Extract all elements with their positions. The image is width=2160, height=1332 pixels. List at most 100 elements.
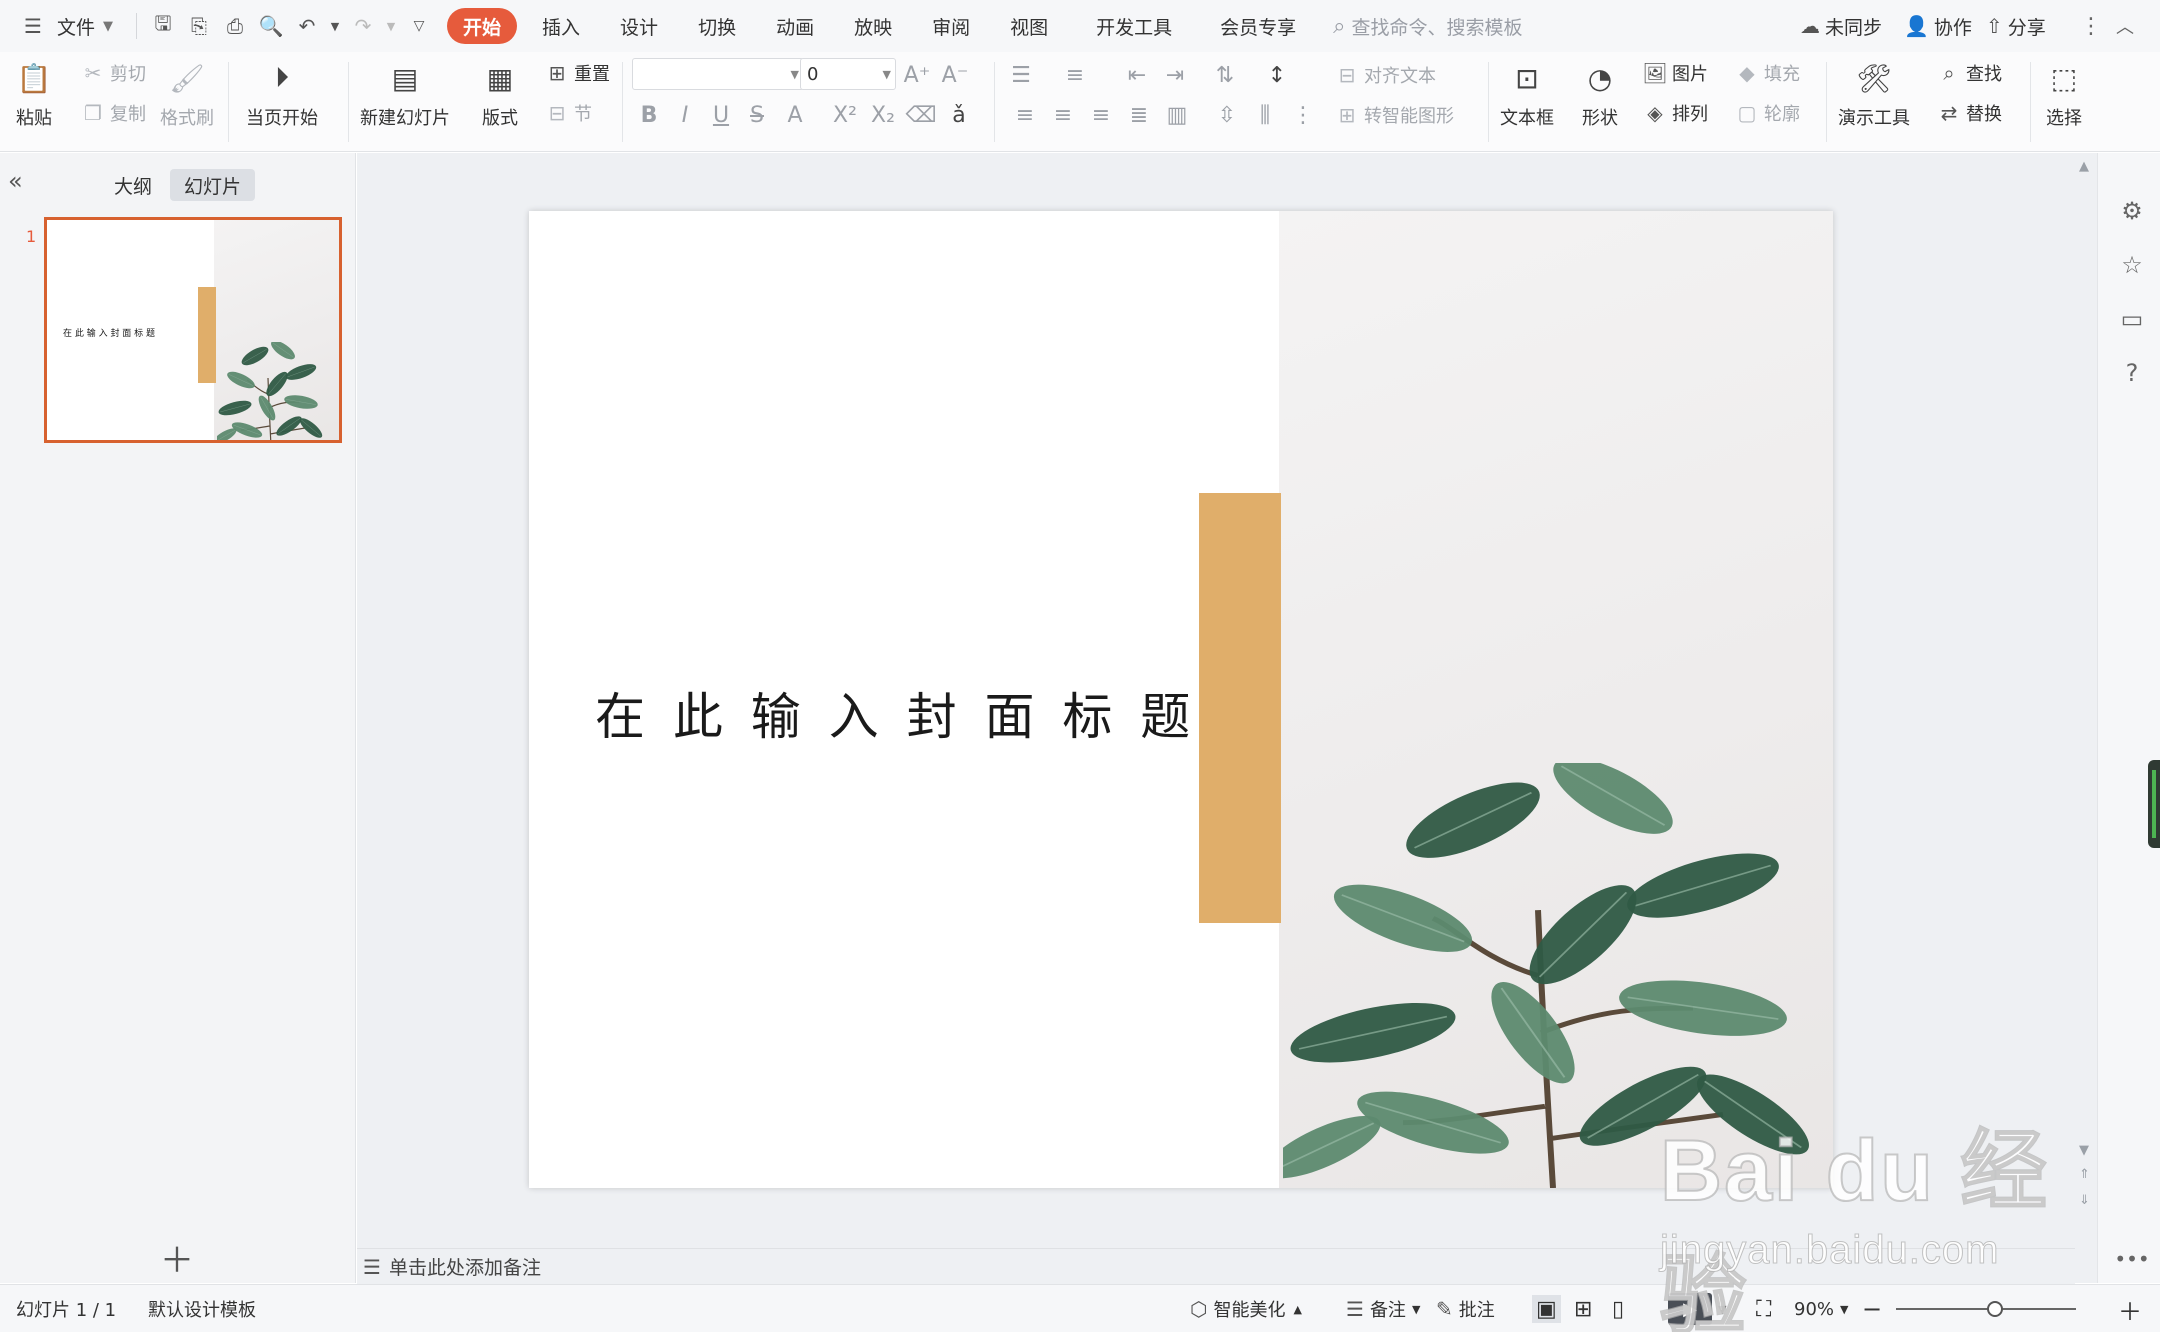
increase-font-icon[interactable]: A⁺ <box>902 60 932 90</box>
tab-transitions[interactable]: 切换 <box>683 8 751 44</box>
arrange-button[interactable]: ◈ 排列 <box>1642 100 1708 126</box>
collaborate-button[interactable]: 👤 协作 <box>1904 8 1972 44</box>
align-left-icon[interactable]: ≡ <box>1010 100 1040 130</box>
slide-thumbnail[interactable]: 在 此 输 入 封 面 标 题 <box>44 217 342 443</box>
zoom-in-icon[interactable]: ＋ <box>2118 1295 2142 1326</box>
tab-member[interactable]: 会员专享 <box>1205 8 1311 44</box>
redo-dropdown-icon[interactable]: ▼ <box>384 11 398 41</box>
tab-home[interactable]: 开始 <box>447 8 518 44</box>
align-center-icon[interactable]: ≡ <box>1048 100 1078 130</box>
convert-smartart-button[interactable]: ⊞ 转智能图形 <box>1334 102 1454 128</box>
select-button[interactable]: ⬚ 选择 <box>2044 58 2084 130</box>
replace-button[interactable]: ⇄ 替换 <box>1936 100 2002 126</box>
outline-button[interactable]: ▢ 轮廓 <box>1734 100 1800 126</box>
decrease-font-icon[interactable]: A⁻ <box>940 60 970 90</box>
find-button[interactable]: ⌕ 查找 <box>1936 60 2002 86</box>
new-slide-button[interactable]: ▤ 新建幻灯片 <box>360 58 450 130</box>
tab-slideshow[interactable]: 放映 <box>839 8 907 44</box>
bold-icon[interactable]: B <box>634 100 664 130</box>
align-right-icon[interactable]: ≡ <box>1086 100 1116 130</box>
font-name-combo[interactable]: ▼ <box>632 58 804 90</box>
smart-beautify-button[interactable]: ⬡ 智能美化 ▲ <box>1190 1295 1302 1323</box>
picture-button[interactable]: 🖼 图片 <box>1642 60 1708 86</box>
file-menu[interactable]: 文件 ▼ <box>51 8 128 44</box>
distribute-icon[interactable]: ▥ <box>1162 100 1192 130</box>
collapse-panel-icon[interactable]: « <box>8 167 23 195</box>
prev-slide-icon[interactable]: ⇑ <box>2079 1167 2090 1182</box>
template-name[interactable]: 默认设计模板 <box>148 1295 256 1323</box>
phonetic-guide-icon[interactable]: ǎ <box>944 100 974 130</box>
bullets-icon[interactable]: ☰ <box>1006 60 1036 90</box>
slide-title[interactable]: 在 此 输 入 封 面 标 题 <box>595 677 1196 749</box>
redo-icon[interactable]: ↷ <box>348 11 378 41</box>
tab-outline[interactable]: 大纲 <box>100 169 166 201</box>
paragraph-spacing-icon[interactable]: ⇳ <box>1212 100 1242 130</box>
strikethrough-icon[interactable]: S <box>742 100 772 130</box>
command-search[interactable]: ⌕ 查找命令、搜索模板 <box>1333 13 1522 40</box>
scroll-down-icon[interactable]: ▼ <box>2079 1143 2089 1158</box>
hamburger-icon[interactable]: ☰ <box>18 11 48 41</box>
more-options-icon[interactable]: ⋮ <box>2080 8 2102 44</box>
reading-view-icon[interactable]: ▯ <box>1612 1295 1624 1323</box>
paste-button[interactable]: 📋 粘贴 <box>14 58 54 130</box>
italic-icon[interactable]: I <box>670 100 700 130</box>
export-icon[interactable]: ⎘ <box>184 11 214 41</box>
fill-button[interactable]: ◆ 填充 <box>1734 60 1800 86</box>
tab-slides[interactable]: 幻灯片 <box>170 169 256 201</box>
numbering-icon[interactable]: ≡ <box>1060 60 1090 90</box>
undo-dropdown-icon[interactable]: ▼ <box>328 11 342 41</box>
collapse-ribbon-icon[interactable]: ︿ <box>2116 8 2134 44</box>
normal-view-icon[interactable]: ▣ <box>1532 1295 1561 1323</box>
tab-developer[interactable]: 开发工具 <box>1081 8 1187 44</box>
add-slide-button[interactable]: ＋ <box>160 1233 194 1282</box>
clear-format-icon[interactable]: ⌫ <box>905 100 936 130</box>
format-painter-button[interactable]: 🖌 格式刷 <box>160 58 214 130</box>
slide[interactable]: 在 此 输 入 封 面 标 题 <box>529 211 1833 1188</box>
cut-button[interactable]: ✂ 剪切 <box>80 60 146 86</box>
help-icon[interactable]: ? <box>2118 359 2146 387</box>
print-preview-icon[interactable]: 🔍 <box>256 11 286 41</box>
copy-button[interactable]: ❐ 复制 <box>80 100 146 126</box>
customize-toolbar-icon[interactable]: ▽ <box>404 11 434 41</box>
text-direction-icon[interactable]: ⇅ <box>1210 60 1240 90</box>
section-button[interactable]: ⊟ 节 <box>544 100 592 126</box>
settings-sliders-icon[interactable]: ⚙ <box>2118 197 2146 225</box>
comment-icon[interactable]: ▭ <box>2118 305 2146 333</box>
font-color-icon[interactable]: A <box>780 100 810 130</box>
line-spacing-icon[interactable]: ↕ <box>1262 60 1292 90</box>
tab-view[interactable]: 视图 <box>995 8 1063 44</box>
font-size-combo[interactable]: 0 ▼ <box>800 58 896 90</box>
superscript-icon[interactable]: X² <box>830 100 860 130</box>
justify-icon[interactable]: ≣ <box>1124 100 1154 130</box>
print-icon[interactable]: ⎙ <box>220 11 250 41</box>
increase-indent-icon[interactable]: ⇥ <box>1160 60 1190 90</box>
line-spacing-options-icon[interactable]: ⋮ <box>1288 100 1318 130</box>
layout-button[interactable]: ▦ 版式 <box>480 58 520 130</box>
star-icon[interactable]: ☆ <box>2118 251 2146 279</box>
sync-status[interactable]: ☁ 未同步 <box>1800 8 1882 44</box>
slide-sorter-icon[interactable]: ⊞ <box>1574 1295 1592 1323</box>
tab-animations[interactable]: 动画 <box>761 8 829 44</box>
shape-button[interactable]: ◔ 形状 <box>1580 58 1620 130</box>
tab-review[interactable]: 审阅 <box>917 8 985 44</box>
columns-icon[interactable]: ⫼ <box>1250 100 1280 130</box>
textbox-button[interactable]: ⊡ 文本框 <box>1500 58 1554 130</box>
subscript-icon[interactable]: X₂ <box>868 100 898 130</box>
vertical-scrollbar[interactable]: ▲ ▼ ⇑ ⇓ <box>2075 153 2097 1283</box>
notes-toggle-button[interactable]: ☰ 备注 ▼ <box>1346 1295 1420 1323</box>
play-from-current-button[interactable]: ⏵ 当页开始 <box>246 58 318 130</box>
tab-design[interactable]: 设计 <box>605 8 673 44</box>
tab-insert[interactable]: 插入 <box>527 8 595 44</box>
undo-icon[interactable]: ↶ <box>292 11 322 41</box>
presentation-tools-button[interactable]: 🛠 演示工具 <box>1838 58 1910 130</box>
save-icon[interactable]: 🖫 <box>148 11 178 41</box>
align-text-button[interactable]: ⊟ 对齐文本 <box>1334 62 1436 88</box>
comments-button[interactable]: ✎ 批注 <box>1436 1295 1495 1323</box>
reset-button[interactable]: ⊞ 重置 <box>544 60 610 86</box>
scroll-up-icon[interactable]: ▲ <box>2079 159 2089 174</box>
more-icon[interactable]: ••• <box>2114 1245 2149 1273</box>
share-button[interactable]: ⇧ 分享 <box>1986 8 2046 44</box>
next-slide-icon[interactable]: ⇓ <box>2079 1193 2090 1208</box>
decrease-indent-icon[interactable]: ⇤ <box>1122 60 1152 90</box>
side-widget-handle[interactable] <box>2148 760 2160 848</box>
